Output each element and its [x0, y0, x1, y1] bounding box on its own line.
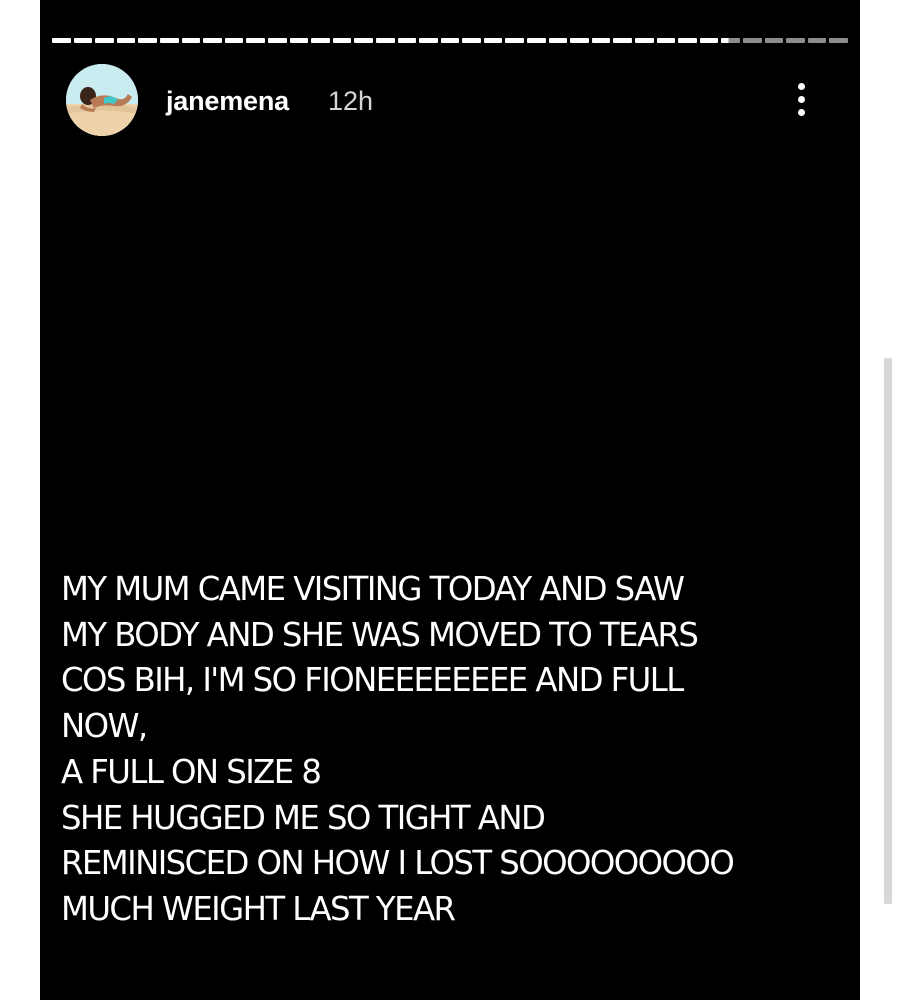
progress-segment — [829, 38, 848, 43]
progress-segment — [224, 38, 244, 43]
more-vertical-icon-dot — [798, 96, 805, 103]
story-timestamp: 12h — [328, 86, 374, 116]
progress-segment — [73, 38, 93, 43]
progress-segment — [656, 38, 676, 43]
story-progress-bar — [52, 38, 848, 43]
progress-segment — [786, 38, 805, 43]
progress-segment — [743, 38, 762, 43]
story-viewer[interactable]: janemena 12h MY MUM CAME VISITING TODAY … — [40, 0, 860, 1000]
caption-line: REMINISCED ON HOW I LOST SOOOOOOOOO — [61, 843, 735, 883]
progress-segment — [95, 38, 114, 43]
caption-line: NOW, — [61, 706, 148, 746]
progress-segment — [548, 38, 568, 43]
progress-segment — [678, 38, 697, 43]
progress-segment — [332, 38, 352, 43]
progress-segment — [116, 38, 136, 43]
progress-segment — [267, 38, 287, 43]
screen: janemena 12h MY MUM CAME VISITING TODAY … — [0, 0, 900, 1000]
progress-segment — [613, 38, 633, 43]
progress-segment — [591, 38, 611, 43]
progress-segment — [440, 38, 460, 43]
progress-segment — [527, 38, 546, 43]
progress-segment — [699, 38, 719, 43]
progress-segment — [397, 38, 417, 43]
progress-segment — [138, 38, 157, 43]
caption-line: A FULL ON SIZE 8 — [61, 751, 322, 791]
caption-line: MUCH WEIGHT LAST YEAR — [61, 888, 456, 928]
progress-segment — [807, 38, 827, 43]
more-vertical-icon — [798, 83, 805, 90]
progress-segment — [764, 38, 784, 43]
progress-segment — [311, 38, 330, 43]
progress-segment — [419, 38, 438, 43]
avatar-photo — [66, 64, 138, 136]
progress-segment — [505, 38, 525, 43]
progress-segment — [462, 38, 481, 43]
caption-line: COS BIH, I'M SO FIONEEEEEEEE AND FULL — [61, 660, 684, 700]
progress-segment — [375, 38, 395, 43]
story-caption: MY MUM CAME VISITING TODAY AND SAW MY BO… — [61, 566, 825, 932]
progress-segment — [246, 38, 265, 43]
progress-segment — [159, 38, 179, 43]
progress-segment — [483, 38, 503, 43]
more-options-button[interactable] — [784, 78, 820, 122]
more-vertical-icon-dot — [798, 109, 805, 116]
scrollbar[interactable] — [884, 358, 892, 904]
progress-segment — [354, 38, 373, 43]
progress-segment — [721, 38, 740, 43]
progress-segment — [289, 38, 309, 43]
progress-segment — [52, 38, 71, 43]
progress-segment — [203, 38, 222, 43]
username[interactable]: janemena — [166, 86, 289, 117]
progress-segment — [570, 38, 589, 43]
progress-segment — [635, 38, 654, 43]
caption-line: MY MUM CAME VISITING TODAY AND SAW — [61, 569, 685, 608]
progress-segment — [181, 38, 201, 43]
caption-line: MY BODY AND SHE WAS MOVED TO TEARS — [61, 614, 699, 654]
caption-line: SHE HUGGED ME SO TIGHT AND — [61, 797, 546, 837]
avatar[interactable] — [66, 64, 138, 136]
